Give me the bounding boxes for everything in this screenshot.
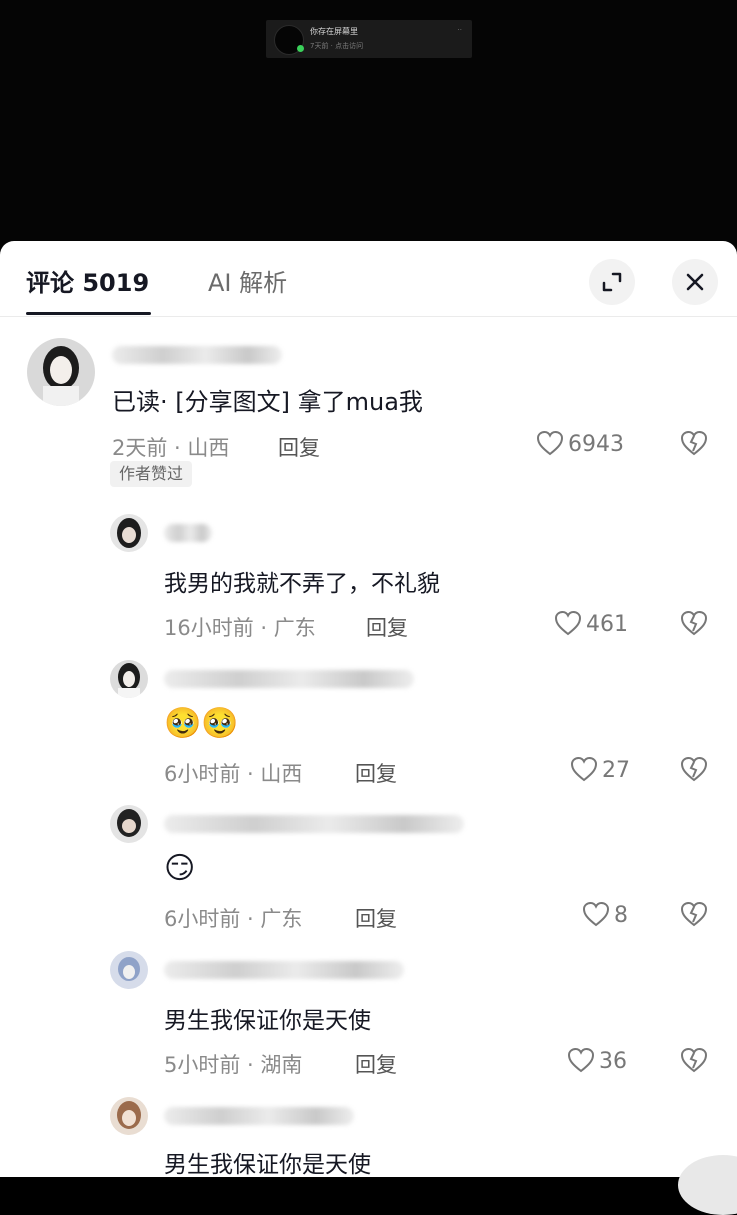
comment-meta: 2天前 · 山西	[112, 436, 230, 460]
heart-outline-icon	[582, 901, 610, 927]
author-liked-badge: 作者赞过	[110, 461, 193, 487]
like-button[interactable]: 27	[570, 756, 630, 783]
username-redacted[interactable]	[164, 961, 404, 979]
expand-button[interactable]	[589, 259, 635, 305]
dislike-button[interactable]	[680, 756, 708, 786]
comment-meta: 6小时前 · 山西	[164, 762, 303, 786]
broken-heart-icon	[680, 756, 708, 782]
like-count: 27	[602, 758, 630, 783]
avatar[interactable]	[27, 338, 95, 406]
avatar[interactable]	[110, 805, 148, 843]
active-tab-indicator	[26, 312, 151, 315]
username-redacted[interactable]	[112, 346, 282, 364]
comment-text: 男生我保证你是天使	[164, 1008, 371, 1034]
close-button[interactable]	[672, 259, 718, 305]
comment-emoji: 😏	[164, 851, 196, 886]
like-button[interactable]: 6943	[536, 430, 624, 457]
like-button[interactable]: 36	[567, 1047, 627, 1074]
username-redacted[interactable]	[164, 524, 212, 542]
username-redacted[interactable]	[164, 670, 414, 688]
avatar[interactable]	[110, 514, 148, 552]
comment-meta: 5小时前 · 湖南	[164, 1053, 303, 1077]
expand-icon	[602, 272, 622, 292]
dislike-button[interactable]	[680, 610, 708, 640]
like-button[interactable]: 8	[582, 901, 628, 928]
heart-outline-icon	[536, 430, 564, 456]
tab-comments[interactable]: 评论 5019	[26, 263, 149, 298]
comment-emoji: 🥹🥹	[164, 706, 239, 741]
video-subtitle: 7天前 · 点击访问	[310, 42, 364, 50]
video-title: 你存在屏幕里	[310, 27, 358, 36]
reply-button[interactable]: 回复	[278, 432, 320, 462]
avatar[interactable]	[110, 951, 148, 989]
reply-button[interactable]: 回复	[366, 612, 408, 642]
username-redacted[interactable]	[164, 815, 464, 833]
comment-meta: 16小时前 · 广东	[164, 616, 316, 640]
more-dots-icon: ··	[457, 26, 462, 34]
comment-text: 我男的我就不弄了，不礼貌	[164, 571, 440, 597]
broken-heart-icon	[680, 430, 708, 456]
like-button[interactable]: 461	[554, 610, 628, 637]
close-icon	[686, 273, 704, 291]
heart-outline-icon	[567, 1047, 595, 1073]
reply-button[interactable]: 回复	[355, 1049, 397, 1079]
header-divider	[0, 316, 737, 317]
dislike-button[interactable]	[680, 430, 708, 460]
broken-heart-icon	[680, 1047, 708, 1073]
heart-outline-icon	[554, 610, 582, 636]
heart-outline-icon	[570, 756, 598, 782]
video-info-card[interactable]: 你存在屏幕里 7天前 · 点击访问 ··	[266, 20, 472, 58]
broken-heart-icon	[680, 610, 708, 636]
avatar[interactable]	[110, 1097, 148, 1135]
broken-heart-icon	[680, 901, 708, 927]
dislike-button[interactable]	[680, 901, 708, 931]
username-redacted[interactable]	[164, 1107, 354, 1125]
dislike-button[interactable]	[680, 1047, 708, 1077]
like-count: 6943	[568, 432, 624, 457]
reply-button[interactable]: 回复	[355, 758, 397, 788]
like-count: 8	[614, 903, 628, 928]
comment-meta: 6小时前 · 广东	[164, 907, 303, 931]
reply-button[interactable]: 回复	[355, 903, 397, 933]
like-count: 461	[586, 612, 628, 637]
avatar[interactable]	[110, 660, 148, 698]
tab-ai-analysis[interactable]: AI 解析	[208, 263, 287, 298]
comment-text: 已读· [分享图文] 拿了mua我	[112, 388, 423, 416]
like-count: 36	[599, 1049, 627, 1074]
comment-text: 男生我保证你是天使	[164, 1152, 371, 1178]
online-status-dot	[297, 45, 304, 52]
